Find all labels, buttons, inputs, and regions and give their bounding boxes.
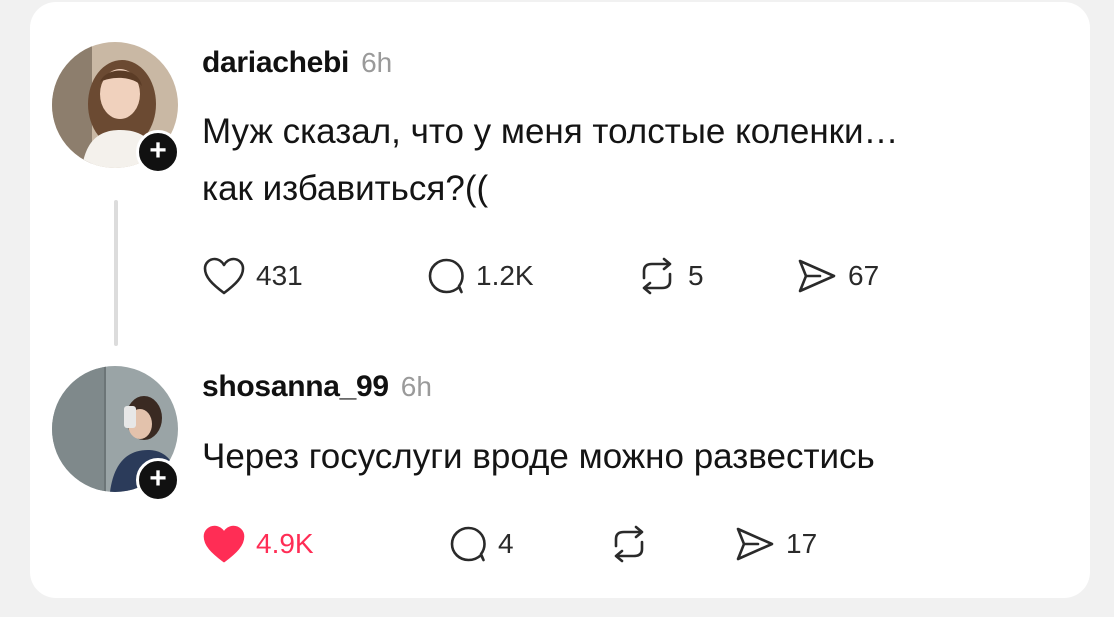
- username[interactable]: dariachebi: [202, 46, 349, 80]
- heart-icon: [203, 257, 245, 295]
- thread-connector-line: [114, 200, 118, 346]
- post-time: 6h: [361, 47, 393, 78]
- share-button[interactable]: 67: [796, 256, 879, 296]
- comment-bubble-icon: [450, 526, 486, 562]
- follow-plus-icon[interactable]: +: [136, 130, 180, 174]
- send-icon: [736, 527, 774, 561]
- reply-count: 1.2K: [476, 260, 534, 291]
- reply-button[interactable]: 4: [448, 524, 514, 564]
- repost-button[interactable]: [608, 524, 660, 564]
- post-text-line: как избавиться?((: [202, 169, 489, 208]
- post-text: Муж сказал, что у меня толстые коленки… …: [202, 103, 899, 217]
- share-count: 17: [786, 528, 818, 559]
- send-icon: [798, 259, 836, 293]
- like-count: 431: [256, 260, 303, 291]
- like-button[interactable]: 431: [202, 256, 303, 296]
- post-text: Через госуслуги вроде можно развестись: [202, 428, 875, 485]
- repost-count: 5: [688, 260, 704, 291]
- post-text-line: Муж сказал, что у меня толстые коленки…: [202, 112, 899, 151]
- like-count: 4.9K: [256, 528, 314, 559]
- heart-icon: [203, 525, 245, 563]
- like-button[interactable]: 4.9K: [202, 524, 314, 564]
- share-count: 67: [848, 260, 880, 291]
- reply-count: 4: [498, 528, 514, 559]
- repost-arrows-icon: [614, 525, 644, 563]
- post-text-line: Через госуслуги вроде можно развестись: [202, 437, 875, 476]
- share-button[interactable]: 17: [734, 524, 817, 564]
- repost-arrows-icon: [642, 257, 672, 295]
- reply-button[interactable]: 1.2K: [426, 256, 534, 296]
- username[interactable]: shosanna_99: [202, 370, 389, 404]
- comment-bubble-icon: [428, 258, 464, 294]
- post-time: 6h: [400, 371, 432, 402]
- thread-card: + dariachebi 6h Муж сказал, что у меня т…: [30, 2, 1090, 598]
- repost-button[interactable]: 5: [636, 256, 704, 296]
- follow-plus-icon[interactable]: +: [136, 458, 180, 502]
